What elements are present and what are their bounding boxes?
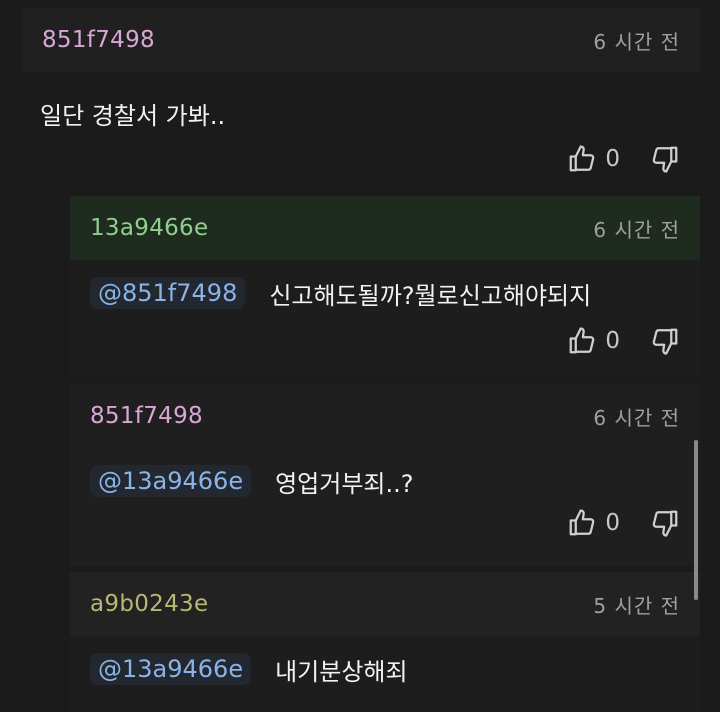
thumbs-down-icon bbox=[652, 510, 678, 537]
like-count: 0 bbox=[605, 328, 620, 354]
like-button[interactable] bbox=[567, 326, 597, 356]
comment-body: 일단 경찰서 가봐.. bbox=[40, 88, 680, 138]
dislike-button[interactable] bbox=[650, 326, 680, 356]
comment-reactions: 0 bbox=[567, 144, 680, 174]
dislike-button[interactable] bbox=[650, 144, 680, 174]
comment-reactions: 0 bbox=[567, 508, 680, 538]
like-count: 0 bbox=[605, 146, 620, 172]
mention-tag[interactable]: @13a9466e bbox=[90, 465, 252, 497]
reply-item: 851f7498 6 시간 전 @13a9466e 영업거부죄..? 0 bbox=[70, 384, 700, 566]
comment-header: 13a9466e 6 시간 전 bbox=[70, 196, 700, 260]
comment-time: 6 시간 전 bbox=[593, 29, 680, 54]
comment-body: @851f7498 신고해도될까?뭘로신고해야되지 bbox=[90, 270, 680, 316]
comment-author[interactable]: 13a9466e bbox=[90, 215, 208, 241]
thumbs-down-icon bbox=[652, 328, 678, 355]
comment-author[interactable]: 851f7498 bbox=[90, 403, 203, 429]
comment-author[interactable]: a9b0243e bbox=[90, 591, 208, 617]
thumbs-up-icon bbox=[569, 327, 595, 354]
comment-item: 851f7498 6 시간 전 일단 경찰서 가봐.. 0 bbox=[22, 8, 700, 190]
comment-text: 신고해도될까?뭘로신고해야되지 bbox=[269, 281, 592, 310]
comment-text: 일단 경찰서 가봐.. bbox=[40, 101, 226, 130]
mention-tag[interactable]: @851f7498 bbox=[90, 277, 246, 309]
comment-time: 5 시간 전 bbox=[593, 593, 680, 618]
comment-header: 851f7498 6 시간 전 bbox=[70, 384, 700, 448]
reply-item: 13a9466e 6 시간 전 @851f7498 신고해도될까?뭘로신고해야되… bbox=[70, 196, 700, 378]
comment-body: @13a9466e 내기분상해죄 bbox=[90, 646, 680, 692]
thumbs-up-icon bbox=[569, 145, 595, 172]
comment-reactions: 0 bbox=[567, 326, 680, 356]
comment-time: 6 시간 전 bbox=[593, 405, 680, 430]
comment-body: @13a9466e 영업거부죄..? bbox=[90, 458, 680, 504]
like-button[interactable] bbox=[567, 508, 597, 538]
thumbs-up-icon bbox=[569, 509, 595, 536]
mention-tag[interactable]: @13a9466e bbox=[90, 653, 252, 685]
comment-header: 851f7498 6 시간 전 bbox=[22, 8, 700, 72]
like-button[interactable] bbox=[567, 144, 597, 174]
comment-text: 영업거부죄..? bbox=[275, 469, 414, 498]
thumbs-down-icon bbox=[652, 146, 678, 173]
like-count: 0 bbox=[605, 510, 620, 536]
comment-author[interactable]: 851f7498 bbox=[42, 27, 155, 53]
comment-time: 6 시간 전 bbox=[593, 217, 680, 242]
scrollbar[interactable] bbox=[694, 440, 698, 600]
comment-header: a9b0243e 5 시간 전 bbox=[70, 572, 700, 636]
comment-text: 내기분상해죄 bbox=[275, 657, 408, 686]
reply-item: a9b0243e 5 시간 전 @13a9466e 내기분상해죄 bbox=[70, 572, 700, 712]
dislike-button[interactable] bbox=[650, 508, 680, 538]
